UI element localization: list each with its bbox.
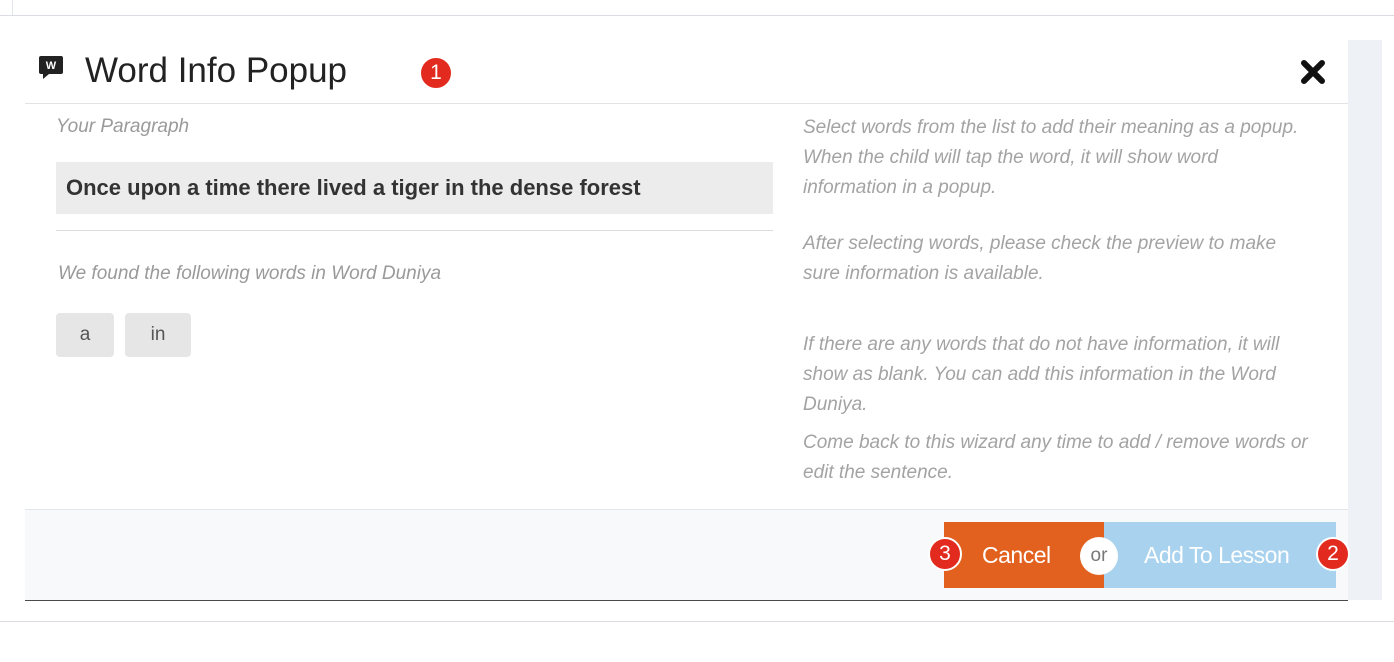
frame-edge	[12, 0, 13, 16]
background-panel	[1348, 40, 1382, 600]
found-words-label: We found the following words in Word Dun…	[58, 263, 442, 284]
modal-footer: Cancel Add To Lesson or 3 2	[25, 509, 1350, 601]
step-badge-3: 3	[928, 537, 962, 571]
paragraph-text: Once upon a time there lived a tiger in …	[56, 162, 773, 214]
modal-header: W Word Info Popup 1	[25, 40, 1348, 104]
svg-text:W: W	[46, 60, 57, 72]
paragraph-label: Your Paragraph	[56, 116, 190, 137]
or-separator: or	[1080, 537, 1118, 575]
frame-divider-top	[0, 15, 1394, 16]
step-badge-2: 2	[1316, 537, 1350, 571]
help-text-blank: If there are any words that do not have …	[803, 334, 1280, 415]
frame-divider-bottom	[0, 621, 1394, 622]
word-chip-a[interactable]: a	[56, 313, 114, 357]
add-to-lesson-button[interactable]: Add To Lesson	[1104, 522, 1336, 588]
word-info-modal: W Word Info Popup 1 Your Paragraph Once …	[25, 40, 1350, 601]
help-text-return: Come back to this wizard any time to add…	[803, 432, 1308, 483]
divider	[56, 230, 773, 231]
help-text-select: Select words from the list to add their …	[803, 117, 1299, 198]
page: W Word Info Popup 1 Your Paragraph Once …	[0, 0, 1394, 662]
word-chip-in[interactable]: in	[125, 313, 191, 357]
step-badge-1: 1	[419, 56, 453, 90]
close-icon[interactable]	[1297, 56, 1329, 88]
modal-title: Word Info Popup	[85, 51, 348, 90]
help-text-preview: After selecting words, please check the …	[803, 233, 1277, 284]
word-bubble-icon: W	[39, 56, 63, 79]
